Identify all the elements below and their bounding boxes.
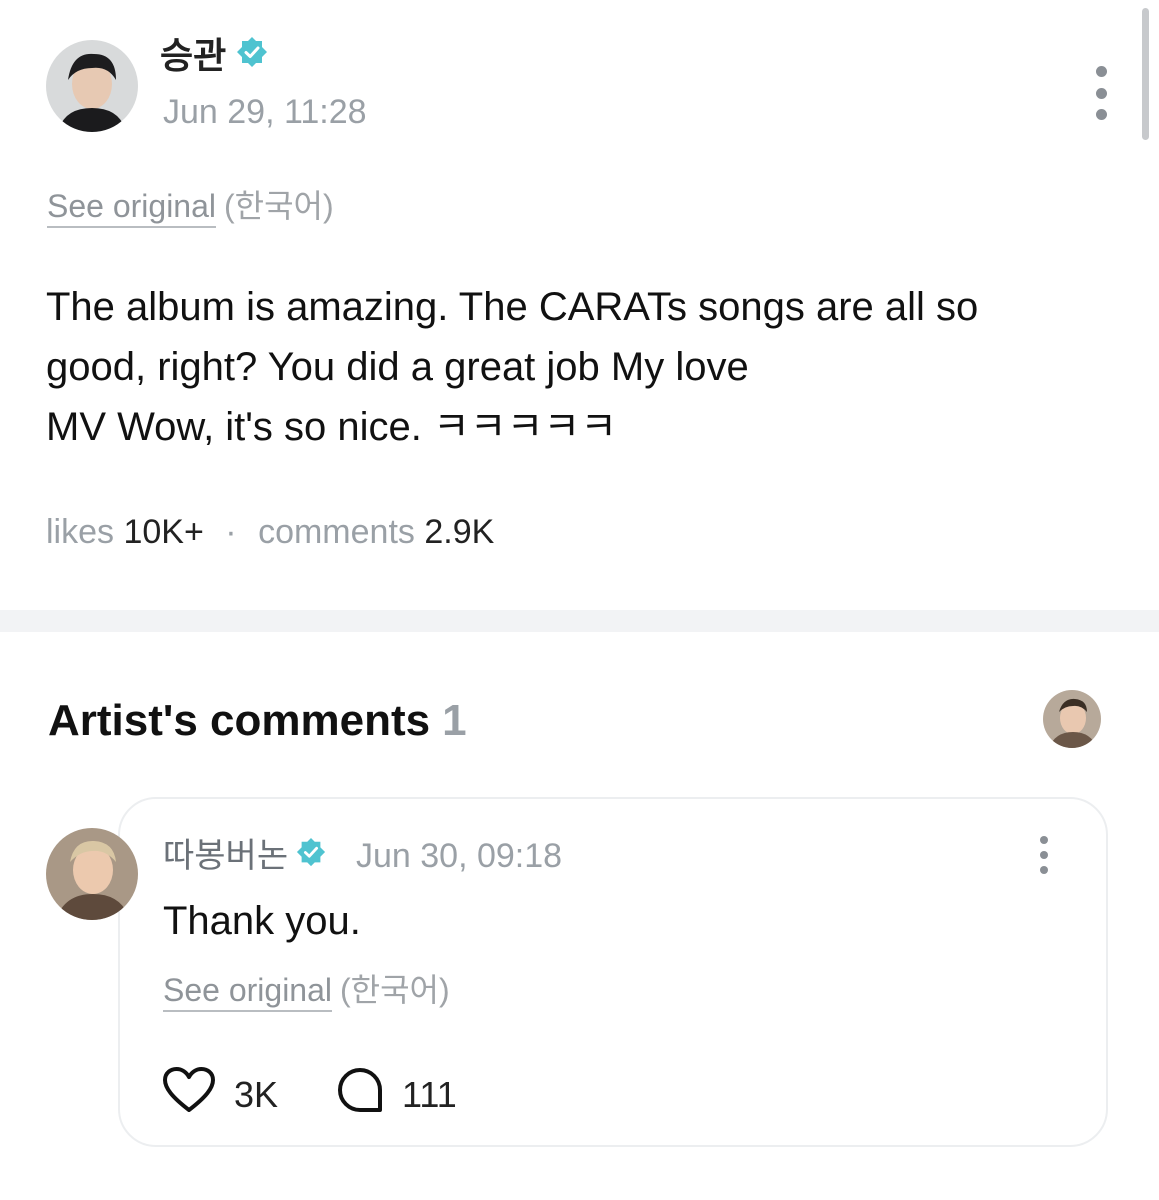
comments-count[interactable]: 2.9K (424, 513, 494, 551)
comment-text: Thank you. (163, 899, 361, 943)
post-body-text: The album is amazing. The CARATs songs a… (46, 285, 979, 449)
comment-author-name-text: 따봉버논 (163, 837, 289, 875)
heart-icon (162, 1066, 216, 1124)
avatar-image (1043, 690, 1101, 748)
post-author-avatar[interactable] (46, 40, 138, 132)
section-divider (0, 610, 1159, 632)
post-language-label: (한국어) (224, 188, 334, 224)
artist-comments-avatar[interactable] (1043, 690, 1101, 748)
reply-bubble-icon (336, 1066, 384, 1124)
post-see-original-link[interactable]: See original (47, 188, 216, 228)
comment-author-avatar[interactable] (46, 828, 138, 920)
comments-label: comments (258, 513, 415, 551)
post-author-name-text: 승관 (160, 35, 227, 76)
post-more-options-icon[interactable] (1088, 66, 1114, 120)
scrollbar[interactable] (1142, 8, 1149, 140)
post-translation-row: See original (한국어) (47, 186, 334, 228)
comment-author-name[interactable]: 따봉버논 (163, 835, 326, 877)
verified-badge-icon (296, 835, 326, 877)
comment-timestamp: Jun 30, 09:18 (356, 837, 563, 875)
avatar-image (46, 40, 138, 132)
reply-count: 111 (402, 1074, 457, 1115)
comment-see-original-link[interactable]: See original (163, 972, 332, 1012)
reply-button[interactable]: 111 (336, 1066, 457, 1124)
artist-comments-title: Artist's comments (48, 696, 431, 745)
comment-more-options-icon[interactable] (1034, 836, 1054, 874)
likes-count[interactable]: 10K+ (123, 513, 203, 551)
verified-badge-icon (236, 34, 268, 78)
stats-separator: · (225, 513, 237, 551)
likes-label: likes (46, 513, 115, 551)
comment-language-label: (한국어) (340, 972, 450, 1008)
post-stats: likes 10K+ · comments 2.9K (46, 510, 494, 554)
avatar-image (46, 828, 138, 920)
post-timestamp: Jun 29, 11:28 (163, 93, 367, 131)
like-button[interactable]: 3K (162, 1066, 278, 1124)
post-author-name[interactable]: 승관 (160, 34, 268, 78)
comment-translation-row: See original (한국어) (163, 970, 450, 1012)
artist-comments-count: 1 (442, 696, 467, 745)
artist-comments-heading: Artist's comments 1 (48, 694, 467, 748)
like-count: 3K (234, 1074, 279, 1115)
